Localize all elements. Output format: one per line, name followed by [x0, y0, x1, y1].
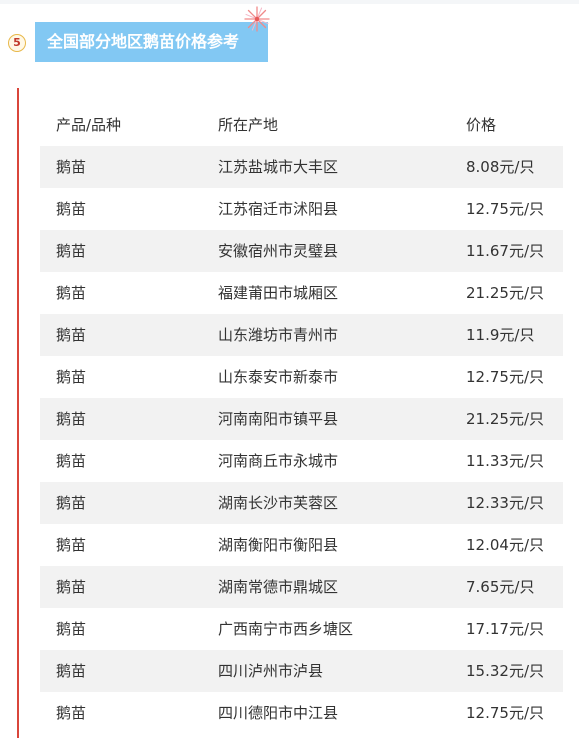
cell-origin: 湖南衡阳市衡阳县	[218, 536, 339, 554]
cell-product: 鹅苗	[56, 410, 87, 428]
section-number-badge: 5	[8, 34, 26, 52]
cell-product: 鹅苗	[56, 704, 87, 722]
cell-price: 8.08元/只	[466, 158, 535, 176]
cell-price: 11.9元/只	[466, 326, 535, 344]
price-table: 产品/品种 所在产地 价格 鹅苗 江苏盐城市大丰区 8.08元/只 鹅苗 江苏宿…	[40, 104, 563, 734]
table-row: 鹅苗 河南商丘市永城市 11.33元/只	[40, 440, 563, 482]
cell-price: 11.67元/只	[466, 242, 544, 260]
cell-origin: 湖南长沙市芙蓉区	[218, 494, 339, 512]
cell-product: 鹅苗	[56, 158, 87, 176]
header-origin: 所在产地	[218, 116, 279, 134]
section-header: 5 全国部分地区鹅苗价格参考	[0, 0, 579, 70]
cell-price: 21.25元/只	[466, 410, 544, 428]
cell-price: 15.32元/只	[466, 662, 544, 680]
cell-origin: 广西南宁市西乡塘区	[218, 620, 354, 638]
section-title: 全国部分地区鹅苗价格参考	[47, 32, 240, 51]
table-row: 鹅苗 湖南衡阳市衡阳县 12.04元/只	[40, 524, 563, 566]
cell-price: 17.17元/只	[466, 620, 544, 638]
cell-origin: 江苏盐城市大丰区	[218, 158, 339, 176]
table-row: 鹅苗 山东泰安市新泰市 12.75元/只	[40, 356, 563, 398]
cell-product: 鹅苗	[56, 536, 87, 554]
cell-price: 12.33元/只	[466, 494, 544, 512]
table-row: 鹅苗 江苏宿迁市沭阳县 12.75元/只	[40, 188, 563, 230]
cell-product: 鹅苗	[56, 452, 87, 470]
cell-product: 鹅苗	[56, 368, 87, 386]
table-row: 鹅苗 河南南阳市镇平县 21.25元/只	[40, 398, 563, 440]
table-row: 鹅苗 福建莆田市城厢区 21.25元/只	[40, 272, 563, 314]
cell-product: 鹅苗	[56, 494, 87, 512]
cell-product: 鹅苗	[56, 326, 87, 344]
cell-origin: 河南南阳市镇平县	[218, 410, 339, 428]
cell-origin: 湖南常德市鼎城区	[218, 578, 339, 596]
table-row: 鹅苗 四川德阳市中江县 12.75元/只	[40, 692, 563, 734]
firework-icon	[244, 6, 270, 32]
cell-price: 21.25元/只	[466, 284, 544, 302]
cell-origin: 安徽宿州市灵璧县	[218, 242, 339, 260]
cell-price: 12.75元/只	[466, 704, 544, 722]
cell-product: 鹅苗	[56, 662, 87, 680]
table-row: 鹅苗 湖南长沙市芙蓉区 12.33元/只	[40, 482, 563, 524]
cell-origin: 江苏宿迁市沭阳县	[218, 200, 339, 218]
table-row: 鹅苗 四川泸州市泸县 15.32元/只	[40, 650, 563, 692]
table-row: 鹅苗 安徽宿州市灵璧县 11.67元/只	[40, 230, 563, 272]
cell-price: 12.75元/只	[466, 200, 544, 218]
section-title-box: 全国部分地区鹅苗价格参考	[35, 22, 268, 62]
cell-origin: 四川泸州市泸县	[218, 662, 324, 680]
cell-origin: 四川德阳市中江县	[218, 704, 339, 722]
cell-origin: 山东潍坊市青州市	[218, 326, 339, 344]
cell-product: 鹅苗	[56, 200, 87, 218]
cell-price: 12.04元/只	[466, 536, 544, 554]
cell-origin: 福建莆田市城厢区	[218, 284, 339, 302]
table-row: 鹅苗 湖南常德市鼎城区 7.65元/只	[40, 566, 563, 608]
cell-origin: 山东泰安市新泰市	[218, 368, 339, 386]
cell-price: 7.65元/只	[466, 578, 535, 596]
cell-product: 鹅苗	[56, 620, 87, 638]
section-accent-line	[17, 88, 19, 738]
header-price: 价格	[466, 116, 497, 134]
cell-product: 鹅苗	[56, 578, 87, 596]
table-header-row: 产品/品种 所在产地 价格	[40, 104, 563, 146]
cell-origin: 河南商丘市永城市	[218, 452, 339, 470]
cell-price: 11.33元/只	[466, 452, 544, 470]
table-row: 鹅苗 广西南宁市西乡塘区 17.17元/只	[40, 608, 563, 650]
cell-product: 鹅苗	[56, 284, 87, 302]
cell-product: 鹅苗	[56, 242, 87, 260]
table-row: 鹅苗 江苏盐城市大丰区 8.08元/只	[40, 146, 563, 188]
cell-price: 12.75元/只	[466, 368, 544, 386]
table-row: 鹅苗 山东潍坊市青州市 11.9元/只	[40, 314, 563, 356]
header-product: 产品/品种	[56, 116, 122, 134]
